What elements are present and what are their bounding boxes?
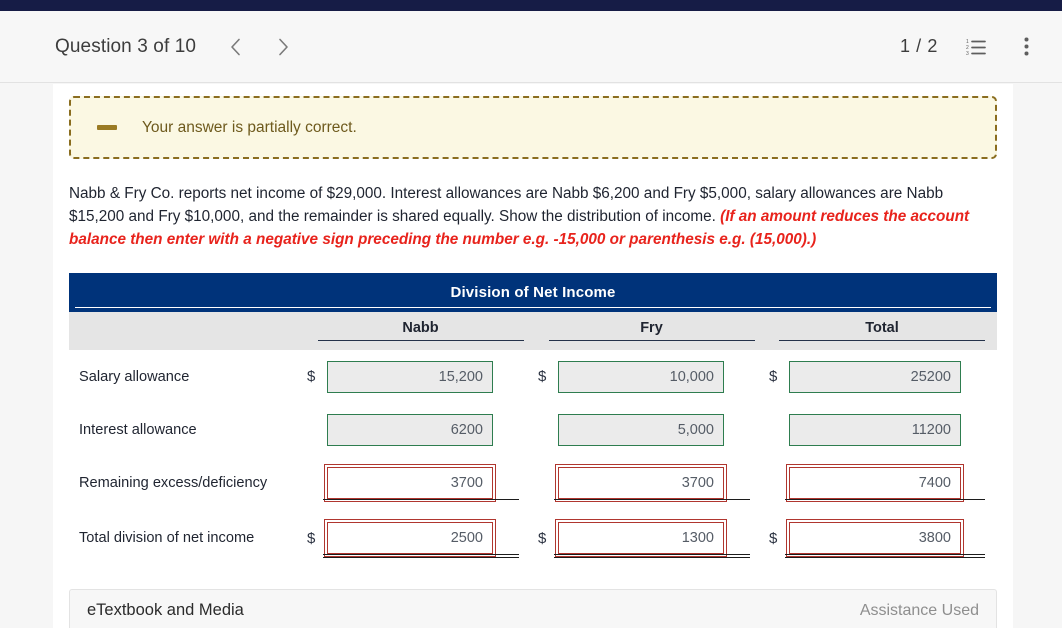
- header-right-controls: 1 / 2 1 2 3: [900, 35, 1038, 59]
- column-header-fry-label: Fry: [640, 320, 663, 336]
- svg-text:3: 3: [966, 51, 969, 56]
- question-content-card: Your answer is partially correct. Nabb &…: [53, 84, 1013, 628]
- column-header-nabb: Nabb: [305, 319, 536, 341]
- etextbook-and-media-link[interactable]: eTextbook and Media: [87, 601, 244, 620]
- cell-salary-fry: $: [536, 360, 767, 393]
- numbered-list-icon[interactable]: 1 2 3: [964, 35, 988, 59]
- cell-salary-total: $: [767, 360, 997, 393]
- question-navigation: [224, 34, 294, 60]
- cell-total-total: $: [767, 522, 997, 558]
- quiz-page: Question 3 of 10 1 / 2 1 2 3 Your answer…: [0, 0, 1062, 628]
- cell-interest-total: $: [767, 413, 997, 446]
- cell-remaining-nabb: $: [305, 467, 536, 500]
- top-navy-bar: [0, 0, 1062, 11]
- chevron-left-icon[interactable]: [224, 34, 246, 60]
- table-row: Salary allowance $ $ $: [69, 350, 997, 403]
- dollar-sign: $: [307, 529, 316, 547]
- etextbook-media-bar: eTextbook and Media Assistance Used: [69, 589, 997, 628]
- table-row: Interest allowance $ $ $: [69, 403, 997, 456]
- cell-underline: [554, 499, 750, 500]
- dollar-sign: $: [307, 368, 316, 385]
- input-salary-fry[interactable]: [558, 360, 724, 393]
- dollar-sign: $: [538, 368, 547, 385]
- column-header-rule: [779, 340, 985, 341]
- cell-underline: [785, 499, 985, 500]
- input-remaining-total[interactable]: [789, 467, 961, 499]
- column-header-nabb-label: Nabb: [402, 320, 439, 336]
- column-header-total-label: Total: [865, 320, 899, 336]
- input-remaining-fry[interactable]: [558, 467, 724, 499]
- column-header-fry: Fry: [536, 319, 767, 341]
- chevron-right-icon[interactable]: [272, 34, 294, 60]
- dollar-sign: $: [769, 368, 778, 385]
- status-banner-message: Your answer is partially correct.: [142, 118, 357, 136]
- division-of-net-income-table: Division of Net Income Nabb Fry Total Sa…: [69, 273, 997, 566]
- table-row: Remaining excess/deficiency $ $ $: [69, 456, 997, 510]
- table-title: Division of Net Income: [450, 284, 616, 301]
- status-banner: Your answer is partially correct.: [69, 96, 997, 159]
- cell-interest-fry: $: [536, 413, 767, 446]
- cell-remaining-total: $: [767, 467, 997, 500]
- input-remaining-nabb[interactable]: [327, 467, 493, 499]
- row-label: Total division of net income: [79, 530, 255, 546]
- assistance-used-label: Assistance Used: [859, 601, 979, 619]
- cell-remaining-fry: $: [536, 467, 767, 500]
- input-total-fry[interactable]: [558, 522, 724, 554]
- dollar-sign: $: [769, 529, 778, 547]
- input-interest-nabb[interactable]: [327, 413, 493, 446]
- input-salary-nabb[interactable]: [327, 360, 493, 393]
- row-label: Interest allowance: [79, 421, 197, 438]
- cell-interest-nabb: $: [305, 413, 536, 446]
- input-total-nabb[interactable]: [327, 522, 493, 554]
- cell-salary-nabb: $: [305, 360, 536, 393]
- input-interest-fry[interactable]: [558, 413, 724, 446]
- row-label: Remaining excess/deficiency: [79, 475, 268, 491]
- input-total-total[interactable]: [789, 522, 961, 554]
- table-column-headers: Nabb Fry Total: [69, 312, 997, 350]
- column-header-rule: [317, 340, 524, 341]
- cell-total-nabb: $: [305, 522, 536, 558]
- column-header-total: Total: [767, 319, 997, 341]
- cell-double-underline: [785, 554, 985, 558]
- input-interest-total[interactable]: [789, 413, 961, 446]
- table-row: Total division of net income $ $ $: [69, 510, 997, 566]
- cell-total-fry: $: [536, 522, 767, 558]
- dollar-sign: $: [538, 529, 547, 547]
- cell-double-underline: [323, 554, 519, 558]
- row-label: Salary allowance: [79, 368, 190, 385]
- column-header-rule: [548, 340, 755, 341]
- question-text: Nabb & Fry Co. reports net income of $29…: [69, 182, 997, 251]
- question-header-bar: Question 3 of 10 1 / 2 1 2 3: [0, 11, 1062, 83]
- more-vertical-icon[interactable]: [1014, 35, 1038, 59]
- minus-icon: [97, 125, 117, 130]
- page-title: Question 3 of 10: [55, 35, 197, 57]
- cell-underline: [323, 499, 519, 500]
- table-title-bar: Division of Net Income: [69, 273, 997, 312]
- page-counter: 1 / 2: [899, 36, 938, 56]
- cell-double-underline: [554, 554, 750, 558]
- input-salary-total[interactable]: [789, 360, 961, 393]
